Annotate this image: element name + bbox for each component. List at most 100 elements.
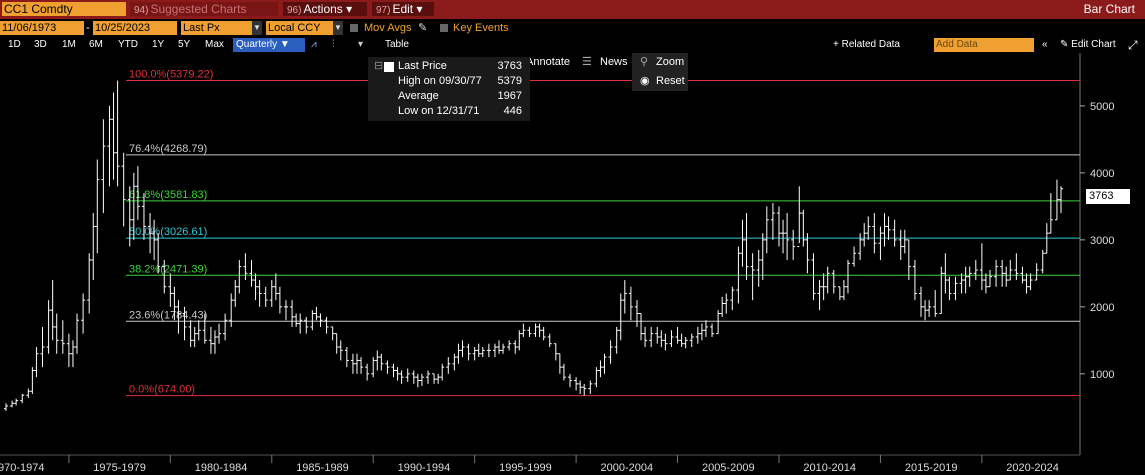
price-chart[interactable]: 1000 2000 3000 4000 5000 1970-1974 1975-1979 19… [0,53,1145,475]
period-1y[interactable]: 1Y [152,38,164,52]
ohlc-bar [253,273,258,301]
legend-average-label: Average [398,90,439,102]
ohlc-bar [452,353,457,371]
ohlc-bar [987,270,992,288]
ohlc-bar [168,273,173,307]
period-max[interactable]: Max [205,38,224,52]
news-icon[interactable]: ☰ [582,53,592,71]
expand-icon[interactable]: ⤢ [1128,38,1138,52]
bar-chart-icon[interactable]: ⫶ [332,38,335,52]
period-6m[interactable]: 6M [89,38,103,52]
edit-chart-button[interactable]: ✎ Edit Chart [1060,38,1116,52]
ohlc-bar [70,340,75,368]
mov-avgs-checkbox[interactable] [350,24,358,32]
ohlc-bar [866,216,871,240]
news-button[interactable]: News [600,53,628,71]
legend-tree-lines: ⊟ [374,60,384,72]
actions-menu-number: 96) [287,5,302,16]
fib-level-label: 61.8%(3581.83) [129,189,207,201]
ohlc-bar [375,350,380,371]
ohlc-bar [497,340,502,354]
y-tick-label: 2000 [1090,302,1114,314]
ohlc-bar [756,249,761,287]
ohlc-bar [898,229,903,260]
legend-last-value: 3763 [497,60,522,72]
related-data-button[interactable]: + Related Data [833,38,900,52]
ohlc-bar [212,330,217,354]
x-tick-label: 1985-1989 [296,462,349,474]
ohlc-bar [740,219,745,267]
actions-menu[interactable]: 96) Actions ▾ [283,2,367,16]
x-tick-label: 2010-2014 [803,462,856,474]
ohlc-bar [1014,253,1019,281]
ohlc-bar [923,300,928,321]
period-3d[interactable]: 3D [34,38,47,52]
ohlc-bar [1008,259,1013,281]
fib-level-label: 76.4%(4268.79) [129,143,207,155]
period-1d[interactable]: 1D [8,38,21,52]
suggested-charts-menu[interactable]: 94) Suggested Charts [130,2,278,16]
ohlc-bar [314,306,319,321]
ohlc-bar [411,370,416,384]
line-chart-icon[interactable]: ⩘ [311,38,317,52]
add-data-input[interactable]: Add Data [934,38,1034,52]
edit-chart-label: Edit Chart [1071,39,1116,50]
ohlc-bar [1028,273,1033,291]
ohlc-bar [561,363,566,381]
x-tick-label: 1975-1979 [93,462,146,474]
ohlc-bar [710,323,715,337]
start-date-field[interactable]: 11/06/1973 [0,21,84,35]
reset-button[interactable]: Reset [656,72,685,90]
ohlc-bar [54,313,59,354]
ohlc-bar [521,323,526,337]
period-5y[interactable]: 5Y [178,38,190,52]
last-price-tag: 3763 [1086,189,1130,204]
ohlc-bar [614,326,619,354]
x-tick-label: 2020-2024 [1006,462,1059,474]
ohlc-bar [841,280,846,301]
zoom-button[interactable]: Zoom [656,53,684,71]
edit-menu[interactable]: 97) Edit ▾ [372,2,434,16]
reset-icon[interactable]: ◉ [640,72,650,90]
period-ytd[interactable]: YTD [118,38,138,52]
ohlc-bar [608,340,613,364]
key-events-checkbox[interactable] [440,24,448,32]
ohlc-bar [1004,266,1009,287]
ohlc-bar [359,357,364,374]
ticker-field[interactable]: CC1 Comdty [2,2,126,16]
ohlc-bar [557,353,562,374]
ohlc-bar [249,259,254,287]
period-1m[interactable]: 1M [62,38,76,52]
ohlc-bar [817,280,822,311]
ohlc-bar [115,80,120,187]
ohlc-bar [764,206,769,254]
chevron-down-icon: ▾ [346,2,353,16]
chevron-down-icon[interactable]: ▾ [358,38,363,52]
table-button[interactable]: Table [385,38,409,52]
ohlc-bar [304,316,309,334]
legend-high-label: High on 09/30/77 [398,75,482,87]
date-separator: - [86,22,90,34]
edit-label: Edit [392,2,414,16]
pencil-icon: ✎ [1060,39,1069,50]
chevron-down-icon[interactable]: ▼ [252,21,262,35]
ohlc-bar [967,266,972,287]
ohlc-bar [852,246,857,267]
ohlc-bar [371,357,376,378]
frequency-select[interactable]: Quarterly ▼ [233,38,305,52]
ohlc-bar [111,92,116,180]
pencil-icon[interactable]: ✎ [418,21,427,35]
ohlc-bar [501,343,506,354]
key-events-label[interactable]: Key Events [453,21,509,35]
mov-avgs-label[interactable]: Mov Avgs [364,21,412,35]
annotate-button[interactable]: Annotate [526,53,570,71]
price-field-select[interactable]: Last Px [181,21,261,35]
currency-select[interactable]: Local CCY [266,21,336,35]
ohlc-bar [324,316,329,334]
ohlc-bar [273,273,278,301]
ohlc-bar [338,340,343,361]
zoom-icon[interactable]: ⚲ [640,53,648,71]
end-date-field[interactable]: 10/25/2023 [93,21,177,35]
chevron-down-icon[interactable]: ▼ [333,21,343,35]
collapse-icon[interactable]: « [1042,38,1048,52]
